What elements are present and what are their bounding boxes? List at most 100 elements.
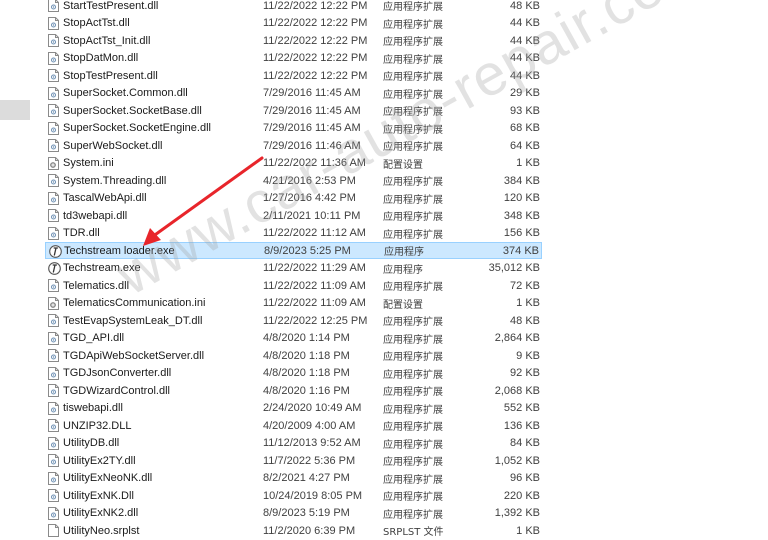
file-size: 48 KB <box>510 314 540 327</box>
dll-file-icon <box>48 139 59 152</box>
file-row[interactable]: UtilityDB.dll 11/12/2013 9:52 AM 应用程序扩展 84 … <box>45 435 542 452</box>
file-name: UtilityExNK.Dll <box>63 489 134 502</box>
file-type: 应用程序扩展 <box>383 124 443 136</box>
file-size: 2,068 KB <box>494 384 540 397</box>
file-type: 应用程序扩展 <box>383 142 443 153</box>
file-size: 68 KB <box>510 122 540 134</box>
file-row[interactable]: Techstream.exe 11/22/2022 11:29 AM 应用程序 35,… <box>45 260 542 277</box>
file-row[interactable]: UtilityExNeoNK.dll 8/2/2021 4:27 PM 应用程序扩展… <box>45 470 542 487</box>
file-row[interactable]: UtilityExNK.Dll 10/24/2019 8:05 PM 应用程序扩展 2… <box>45 487 542 504</box>
file-row[interactable]: System.Threading.dll 4/21/2016 2:53 PM 应用程… <box>45 172 542 189</box>
dll-file-icon <box>48 384 59 397</box>
file-date-modified: 7/29/2016 11:46 AM <box>263 139 361 152</box>
file-row[interactable]: StopActTst.dll 11/22/2022 12:22 PM 应用程序扩展 4… <box>45 15 542 32</box>
file-type: 应用程序扩展 <box>383 89 443 101</box>
file-type: 应用程序扩展 <box>383 509 443 521</box>
file-row[interactable]: TGD_API.dll 4/8/2020 1:14 PM 应用程序扩展 2,864 K… <box>45 330 542 347</box>
dll-file-icon <box>48 349 59 362</box>
file-type: 应用程序扩展 <box>383 334 443 346</box>
file-row[interactable]: TGDApiWebSocketServer.dll 4/8/2020 1:18 P… <box>45 347 542 364</box>
file-row[interactable]: SuperSocket.SocketEngine.dll 7/29/2016 11… <box>45 120 542 137</box>
file-date-modified: 4/8/2020 1:18 PM <box>263 367 350 379</box>
file-row[interactable]: td3webapi.dll 2/11/2021 10:11 PM 应用程序扩展 348… <box>45 207 542 224</box>
file-row[interactable]: SuperSocket.SocketBase.dll 7/29/2016 11:4… <box>45 102 542 119</box>
dll-file-icon <box>48 121 59 135</box>
file-row[interactable]: TestEvapSystemLeak_DT.dll 11/22/2022 12:2… <box>45 312 542 329</box>
file-size: 384 KB <box>503 174 540 187</box>
file-name: UNZIP32.DLL <box>63 419 132 432</box>
file-size: 64 KB <box>510 139 540 152</box>
file-size: 1 KB <box>516 157 540 169</box>
file-date-modified: 8/9/2023 5:19 PM <box>263 507 350 519</box>
file-type: 应用程序扩展 <box>383 457 443 468</box>
file-size: 220 KB <box>503 489 540 502</box>
dll-file-icon <box>48 86 59 100</box>
file-row[interactable]: StopDatMon.dll 11/22/2022 12:22 PM 应用程序扩展 4… <box>45 50 542 67</box>
dll-file-icon <box>48 34 59 47</box>
file-row[interactable]: StopActTst_Init.dll 11/22/2022 12:22 PM 应用… <box>45 32 542 49</box>
file-name: StopActTst.dll <box>63 17 130 29</box>
file-row[interactable]: UtilityExNK2.dll 8/9/2023 5:19 PM 应用程序扩展 1,… <box>45 505 542 522</box>
file-type: 应用程序扩展 <box>383 492 443 503</box>
file-size: 44 KB <box>510 34 540 47</box>
file-date-modified: 11/22/2022 11:09 AM <box>263 279 366 292</box>
file-date-modified: 8/9/2023 5:25 PM <box>264 244 351 257</box>
file-row[interactable]: TGDJsonConverter.dll 4/8/2020 1:18 PM 应用程序… <box>45 365 542 382</box>
file-row[interactable]: Telematics.dll 11/22/2022 11:09 AM 应用程序扩展 7… <box>45 277 542 294</box>
dll-file-icon <box>48 331 59 345</box>
file-size: 96 KB <box>510 472 540 484</box>
file-size: 44 KB <box>510 52 540 64</box>
file-type: 应用程序扩展 <box>383 19 443 31</box>
file-date-modified: 11/22/2022 12:22 PM <box>263 34 368 47</box>
file-date-modified: 4/8/2020 1:14 PM <box>263 332 350 344</box>
file-name: StopTestPresent.dll <box>63 69 158 82</box>
file-size: 136 KB <box>503 419 540 432</box>
file-date-modified: 11/22/2022 12:22 PM <box>263 69 368 82</box>
file-row[interactable]: TGDWizardControl.dll 4/8/2020 1:16 PM 应用程序… <box>45 382 542 399</box>
file-row[interactable]: TelematicsCommunication.ini 11/22/2022 11… <box>45 295 542 312</box>
file-row[interactable]: Techstream loader.exe 8/9/2023 5:25 PM 应用程… <box>45 242 542 259</box>
file-row[interactable]: SuperWebSocket.dll 7/29/2016 11:46 AM 应用程序… <box>45 137 542 154</box>
file-type: 应用程序扩展 <box>383 404 443 416</box>
file-date-modified: 11/22/2022 12:25 PM <box>263 314 368 327</box>
file-date-modified: 4/8/2020 1:18 PM <box>263 349 350 362</box>
file-size: 156 KB <box>503 227 540 239</box>
file-name: StopActTst_Init.dll <box>63 34 151 47</box>
file-name: UtilityEx2TY.dll <box>63 454 136 467</box>
file-type: 应用程序扩展 <box>383 37 443 48</box>
file-name: TascalWebApi.dll <box>63 192 147 204</box>
file-name: TGDWizardControl.dll <box>63 384 170 397</box>
file-date-modified: 11/12/2013 9:52 AM <box>263 437 361 449</box>
dll-file-icon <box>48 489 59 502</box>
file-row[interactable]: System.ini 11/22/2022 11:36 AM 配置设置 1 KB <box>45 155 542 172</box>
dll-file-icon <box>48 16 59 30</box>
file-row[interactable]: UtilityEx2TY.dll 11/7/2022 5:36 PM 应用程序扩展 1… <box>45 452 542 469</box>
dll-file-icon <box>48 0 59 12</box>
file-type: 应用程序扩展 <box>383 474 443 486</box>
file-type: 应用程序扩展 <box>383 107 443 118</box>
file-row[interactable]: SuperSocket.Common.dll 7/29/2016 11:45 AM… <box>45 85 542 102</box>
file-date-modified: 11/22/2022 11:09 AM <box>263 297 366 309</box>
dll-file-icon <box>48 366 59 380</box>
file-row[interactable]: tiswebapi.dll 2/24/2020 10:49 AM 应用程序扩展 552… <box>45 400 542 417</box>
file-row[interactable]: StartTestPresent.dll 11/22/2022 12:22 PM 应… <box>45 0 542 14</box>
file-row[interactable]: UtilityNeo.srplst 11/2/2020 6:39 PM SRPLST… <box>45 522 542 539</box>
file-type: 应用程序扩展 <box>383 54 443 66</box>
file-size: 2,864 KB <box>494 332 540 344</box>
file-row[interactable]: TDR.dll 11/22/2022 11:12 AM 应用程序扩展 156 KB <box>45 225 542 242</box>
dll-file-icon <box>48 436 59 450</box>
file-size: 120 KB <box>503 192 540 204</box>
file-name: System.ini <box>63 157 114 169</box>
file-name: td3webapi.dll <box>63 209 128 222</box>
techstream-exe-icon <box>48 261 61 275</box>
file-size: 72 KB <box>510 279 540 292</box>
file-name: Techstream loader.exe <box>64 244 175 257</box>
file-size: 44 KB <box>510 17 540 29</box>
file-row[interactable]: StopTestPresent.dll 11/22/2022 12:22 PM 应用… <box>45 67 542 84</box>
file-name: TGD_API.dll <box>63 332 125 344</box>
file-row[interactable]: TascalWebApi.dll 1/27/2016 4:42 PM 应用程序扩展 1… <box>45 190 542 207</box>
scrollbar-fragment <box>0 100 30 120</box>
dll-file-icon <box>48 279 59 292</box>
file-size: 552 KB <box>503 402 540 414</box>
file-row[interactable]: UNZIP32.DLL 4/20/2009 4:00 AM 应用程序扩展 136 KB <box>45 417 542 434</box>
